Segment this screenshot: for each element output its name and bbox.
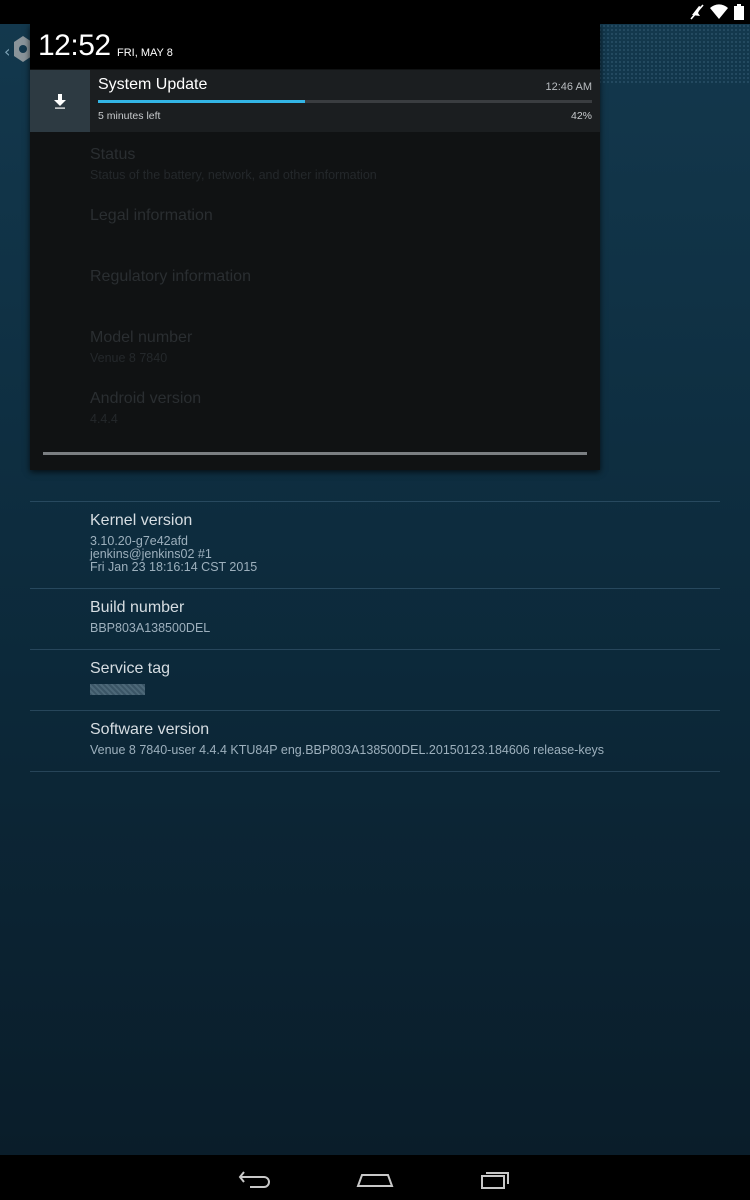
up-arrow-icon[interactable]: ‹ <box>4 42 10 61</box>
settings-item-title: Build number <box>90 599 185 616</box>
progress-bar <box>98 100 592 103</box>
settings-item[interactable]: Service tag <box>30 650 720 711</box>
settings-item[interactable]: Model number Venue 8 7840 <box>30 319 720 380</box>
notification-subtext: 5 minutes left <box>98 110 161 122</box>
settings-item-title: Android version <box>90 390 202 407</box>
status-bar <box>0 0 750 24</box>
mute-icon <box>690 4 704 20</box>
settings-item-title: Software version <box>90 721 210 738</box>
settings-item-summary: Venue 8 7840-user 4.4.4 KTU84P eng.BBP80… <box>90 743 605 757</box>
notification-percent: 42% <box>570 110 592 122</box>
wifi-icon <box>710 4 728 20</box>
settings-item-summary: BBP803A138500DEL <box>90 621 211 635</box>
settings-item[interactable]: Legal information <box>30 197 720 258</box>
settings-item-title: Service tag <box>90 660 171 677</box>
navigation-bar <box>0 1155 750 1200</box>
settings-item-summary: 3.10.20-g7e42afd <box>90 534 189 548</box>
clock: 12:52 <box>38 29 111 62</box>
notification-title: System Update <box>98 76 208 93</box>
recents-icon[interactable] <box>470 1163 520 1193</box>
settings-item-title: Regulatory information <box>90 268 251 285</box>
back-icon[interactable] <box>230 1163 280 1193</box>
settings-item-title: Legal information <box>90 207 213 224</box>
settings-item-title: Kernel version <box>90 512 193 529</box>
settings-item[interactable]: Regulatory information <box>30 258 720 319</box>
settings-item[interactable]: Build number BBP803A138500DEL <box>30 589 720 650</box>
battery-icon <box>734 4 744 20</box>
settings-item-summary: Status of the battery, network, and othe… <box>90 168 377 182</box>
home-icon[interactable] <box>350 1163 400 1193</box>
settings-item[interactable]: Kernel version 3.10.20-g7e42afd jenkins@je… <box>30 502 720 589</box>
shade-header: 12:52 FRI, MAY 8 <box>30 24 600 69</box>
settings-item-summary: jenkins@jenkins02 #1 <box>90 547 212 561</box>
system-update-notification[interactable]: System Update 12:46 AM 5 minutes left 42… <box>30 70 600 132</box>
notification-icon <box>30 70 90 132</box>
settings-item-summary: 4.4.4 <box>90 412 118 426</box>
settings-item-title: Status <box>90 146 136 163</box>
notification-time: 12:46 AM <box>545 81 592 93</box>
settings-item-title: Model number <box>90 329 193 346</box>
settings-item-summary: Fri Jan 23 18:16:14 CST 2015 <box>90 560 258 574</box>
date[interactable]: FRI, MAY 8 <box>117 47 173 59</box>
progress-fill <box>98 100 306 103</box>
status-icons <box>690 3 744 21</box>
settings-item-summary: Venue 8 7840 <box>90 351 168 365</box>
download-icon <box>54 94 66 109</box>
redacted-service-tag <box>90 684 145 695</box>
shade-drag-handle[interactable] <box>43 452 587 455</box>
settings-item[interactable]: Software version Venue 8 7840-user 4.4.4 … <box>30 711 720 772</box>
settings-item[interactable]: Android version 4.4.4 <box>30 380 720 441</box>
settings-item[interactable]: Status Status of the battery, network, an… <box>30 136 720 197</box>
notification-shade: 12:52 FRI, MAY 8 System Update 12:46 AM … <box>30 24 600 470</box>
action-bar-pattern <box>590 24 750 84</box>
